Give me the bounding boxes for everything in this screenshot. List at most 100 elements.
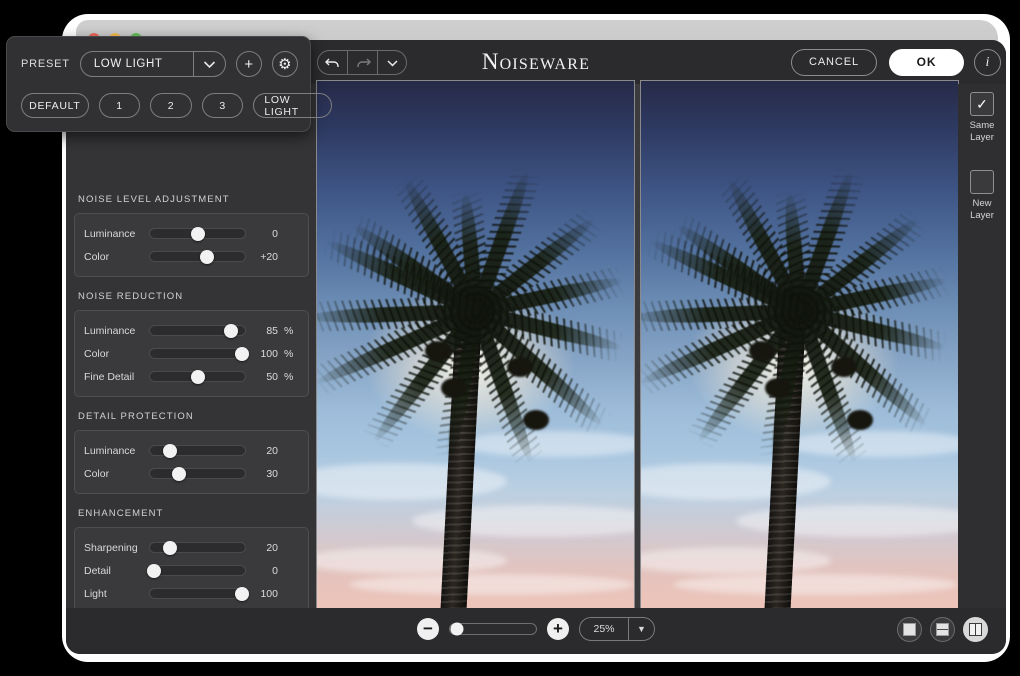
slider-value: 100: [246, 348, 280, 360]
slider-thumb[interactable]: [172, 467, 186, 481]
slider-thumb[interactable]: [191, 370, 205, 384]
layer-label-line1: Same: [970, 120, 995, 132]
single-view-button[interactable]: [897, 617, 922, 642]
preset-button-low-light[interactable]: LOW LIGHT: [253, 93, 332, 118]
chevron-down-icon[interactable]: [193, 52, 225, 76]
slider-group: Sharpening 20 Detail 0 Light 10: [74, 527, 309, 614]
checkbox-new-layer[interactable]: [970, 170, 994, 194]
layer-label-line1: New: [970, 198, 994, 210]
section-title: NOISE LEVEL ADJUSTMENT: [74, 180, 309, 213]
checkbox-same-layer[interactable]: ✓: [970, 92, 994, 116]
ok-button[interactable]: OK: [889, 49, 964, 76]
slider-row-fine-detail[interactable]: Fine Detail 50 %: [81, 365, 302, 388]
layer-options-strip: ✓ Same Layer New Layer: [958, 84, 1006, 608]
slider-unit: %: [280, 371, 292, 383]
split-vertical-button[interactable]: [963, 617, 988, 642]
zoom-out-button[interactable]: −: [417, 618, 439, 640]
slider-row-luminance[interactable]: Luminance 85 %: [81, 319, 302, 342]
slider-value: 20: [246, 445, 280, 457]
slider-label: Luminance: [81, 325, 149, 337]
slider-value: +20: [246, 251, 280, 263]
slider-label: Sharpening: [81, 542, 149, 554]
preview-panes: [316, 80, 959, 612]
zoom-slider-track[interactable]: [449, 623, 537, 635]
slider-track[interactable]: [149, 565, 246, 576]
section-noise-level-adjustment: NOISE LEVEL ADJUSTMENT Luminance 0 Color…: [74, 180, 309, 277]
preset-button-1[interactable]: 1: [99, 93, 141, 118]
split-vertical-icon: [969, 623, 982, 636]
layer-option-new[interactable]: New Layer: [970, 170, 994, 222]
chevron-down-icon[interactable]: [378, 51, 406, 74]
slider-thumb[interactable]: [224, 324, 238, 338]
preset-panel: PRESET LOW LIGHT + ⚙ DEFAULT 1 2 3 LOW L…: [6, 36, 311, 132]
redo-arrow-icon[interactable]: [348, 51, 378, 74]
zoom-slider-thumb[interactable]: [450, 623, 463, 636]
preset-caption: PRESET: [21, 58, 70, 70]
add-preset-button[interactable]: +: [236, 51, 262, 77]
slider-track[interactable]: [149, 251, 246, 262]
section-title: ENHANCEMENT: [74, 494, 309, 527]
slider-label: Color: [81, 348, 149, 360]
slider-thumb[interactable]: [235, 587, 249, 601]
split-horizontal-button[interactable]: [930, 617, 955, 642]
slider-track[interactable]: [149, 325, 246, 336]
slider-row-luminance[interactable]: Luminance 0: [81, 222, 302, 245]
slider-track[interactable]: [149, 348, 246, 359]
slider-track[interactable]: [149, 371, 246, 382]
bottom-toolbar: − + 25% ▼: [66, 608, 1006, 654]
section-title: DETAIL PROTECTION: [74, 397, 309, 430]
photo-processed: [641, 81, 958, 611]
slider-row-sharpening[interactable]: Sharpening 20: [81, 536, 302, 559]
split-horizontal-icon: [936, 623, 949, 636]
slider-thumb[interactable]: [147, 564, 161, 578]
slider-label: Luminance: [81, 445, 149, 457]
preset-button-2[interactable]: 2: [150, 93, 192, 118]
slider-unit: %: [280, 325, 292, 337]
slider-thumb[interactable]: [163, 541, 177, 555]
slider-label: Color: [81, 468, 149, 480]
slider-value: 0: [246, 565, 280, 577]
layer-label-line2: Layer: [970, 210, 994, 222]
zoom-in-button[interactable]: +: [547, 618, 569, 640]
undo-arrow-icon[interactable]: [318, 51, 348, 74]
preset-selector-row: PRESET LOW LIGHT + ⚙: [21, 51, 298, 77]
preset-button-default[interactable]: DEFAULT: [21, 93, 89, 118]
info-button[interactable]: i: [974, 49, 1001, 76]
app-body: Noiseware CANCEL OK i NOISE LEVEL ADJUST…: [66, 40, 1006, 654]
single-pane-icon: [903, 623, 916, 636]
zoom-level-select[interactable]: 25% ▼: [579, 617, 655, 641]
preset-select[interactable]: LOW LIGHT: [80, 51, 226, 77]
slider-thumb[interactable]: [191, 227, 205, 241]
slider-track[interactable]: [149, 445, 246, 456]
slider-label: Luminance: [81, 228, 149, 240]
slider-label: Color: [81, 251, 149, 263]
slider-track[interactable]: [149, 542, 246, 553]
slider-row-luminance[interactable]: Luminance 20: [81, 439, 302, 462]
slider-value: 0: [246, 228, 280, 240]
preset-button-3[interactable]: 3: [202, 93, 244, 118]
slider-thumb[interactable]: [200, 250, 214, 264]
slider-row-color[interactable]: Color 30: [81, 462, 302, 485]
slider-row-light[interactable]: Light 100: [81, 582, 302, 605]
zoom-controls: − + 25% ▼: [417, 617, 655, 641]
original-preview[interactable]: [316, 80, 635, 612]
slider-track[interactable]: [149, 228, 246, 239]
processed-preview[interactable]: [640, 80, 959, 612]
chevron-down-icon[interactable]: ▼: [628, 618, 654, 640]
slider-value: 30: [246, 468, 280, 480]
slider-row-detail[interactable]: Detail 0: [81, 559, 302, 582]
slider-track[interactable]: [149, 588, 246, 599]
slider-label: Detail: [81, 565, 149, 577]
gear-icon[interactable]: ⚙: [272, 51, 298, 77]
slider-row-color[interactable]: Color 100 %: [81, 342, 302, 365]
zoom-level-value: 25%: [580, 623, 628, 635]
slider-thumb[interactable]: [163, 444, 177, 458]
slider-value: 50: [246, 371, 280, 383]
slider-row-color[interactable]: Color +20: [81, 245, 302, 268]
cancel-button[interactable]: CANCEL: [791, 49, 877, 76]
slider-thumb[interactable]: [235, 347, 249, 361]
settings-sidebar: NOISE LEVEL ADJUSTMENT Luminance 0 Color…: [66, 84, 317, 654]
section-title: NOISE REDUCTION: [74, 277, 309, 310]
slider-track[interactable]: [149, 468, 246, 479]
layer-option-same[interactable]: ✓ Same Layer: [970, 92, 995, 144]
